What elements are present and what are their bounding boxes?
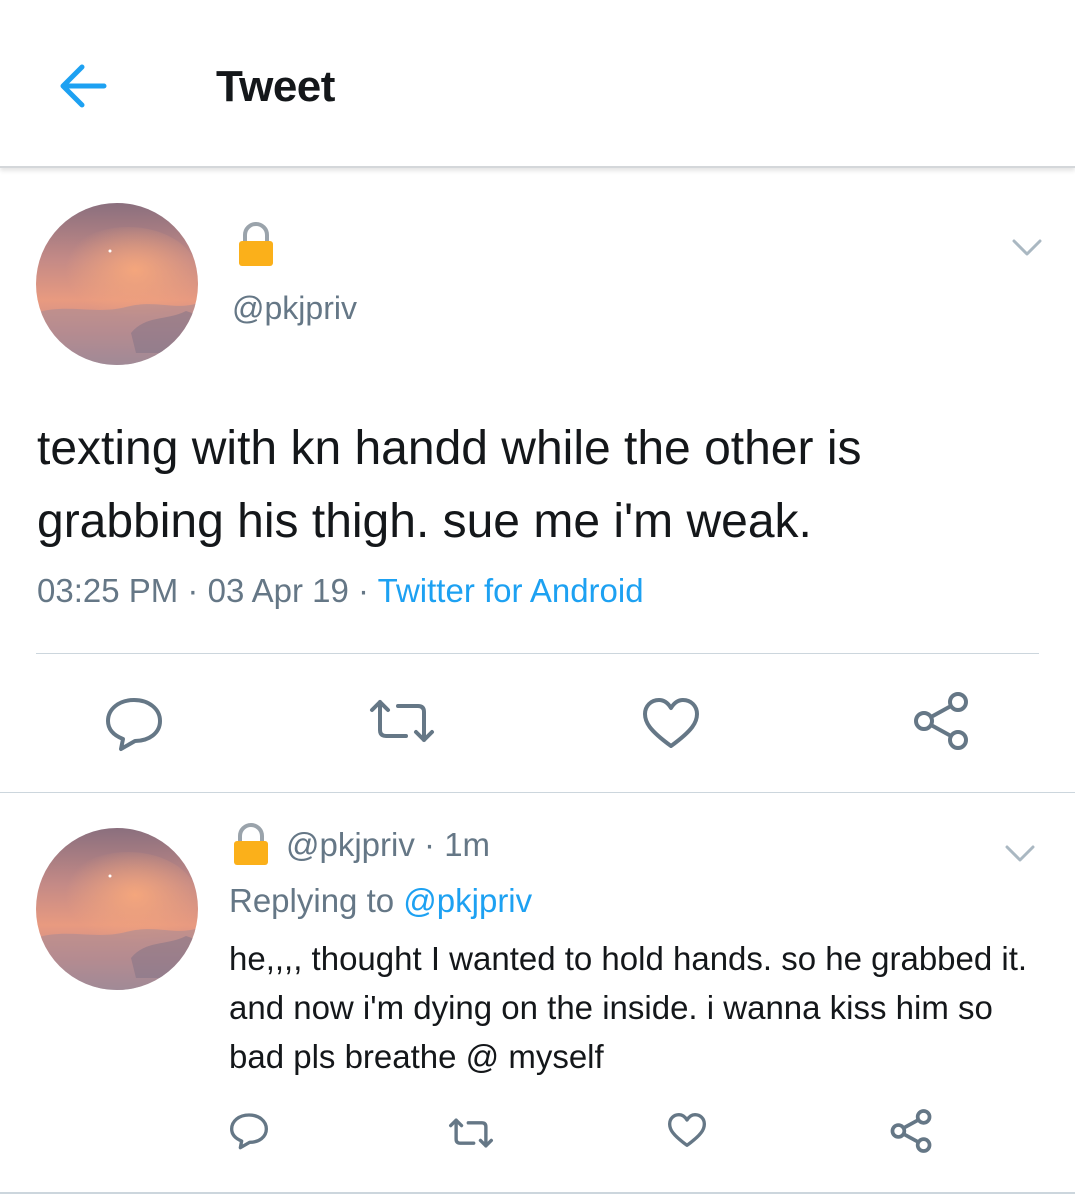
share-icon[interactable] <box>888 1108 934 1154</box>
tweet-source-link[interactable]: Twitter for Android <box>378 572 644 609</box>
chevron-down-icon[interactable] <box>1011 237 1043 259</box>
retweet-icon[interactable] <box>368 698 436 744</box>
lock-icon <box>239 222 273 266</box>
username-handle[interactable]: @pkjpriv <box>232 290 357 327</box>
share-icon[interactable] <box>910 690 972 752</box>
back-button[interactable] <box>52 58 116 114</box>
like-icon[interactable] <box>641 696 701 750</box>
username-handle[interactable]: @pkjpriv <box>286 826 415 863</box>
arrow-left-icon <box>60 64 107 108</box>
reply-icon[interactable] <box>104 696 164 752</box>
meta-separator: · <box>187 572 199 609</box>
tweet-text: he,,,, thought I wanted to hold hands. s… <box>229 940 1028 1075</box>
divider <box>0 792 1075 793</box>
tweet-time: 03:25 PM <box>37 572 179 609</box>
mention-link[interactable]: @pkjpriv <box>403 882 532 919</box>
reply-header: @pkjpriv · 1m <box>286 826 490 864</box>
lock-icon <box>234 823 268 865</box>
tweet-meta: 03:25 PM · 03 Apr 19 · Twitter for Andro… <box>37 572 644 610</box>
top-app-bar: Tweet <box>0 0 1075 168</box>
meta-separator: · <box>424 826 436 863</box>
like-icon[interactable] <box>667 1112 707 1148</box>
replying-to: Replying to @pkjpriv <box>229 882 532 920</box>
meta-separator: · <box>358 572 370 609</box>
divider <box>0 1192 1075 1194</box>
divider <box>36 653 1039 654</box>
reply-icon[interactable] <box>229 1112 269 1150</box>
tweet-time: 1m <box>444 826 491 863</box>
retweet-icon[interactable] <box>448 1117 494 1149</box>
replying-to-label: Replying to <box>229 882 395 919</box>
avatar[interactable] <box>36 828 198 990</box>
chevron-down-icon[interactable] <box>1004 843 1036 865</box>
avatar[interactable] <box>36 203 198 365</box>
tweet-text: texting with kn handd while the other is… <box>37 422 862 548</box>
page-title: Tweet <box>216 62 335 111</box>
tweet-date: 03 Apr 19 <box>207 572 349 609</box>
